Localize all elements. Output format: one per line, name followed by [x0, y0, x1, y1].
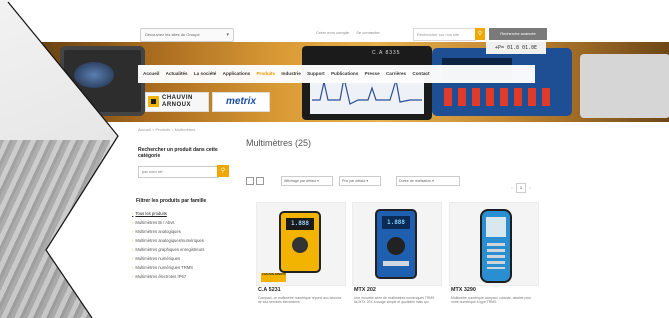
- multimeter-handheld: [480, 209, 512, 283]
- pager-prev[interactable]: ‹: [508, 184, 516, 192]
- list-view-icon[interactable]: [256, 177, 264, 185]
- arrow-icon: ›: [132, 256, 134, 261]
- nav-item-actualites[interactable]: Actualités: [166, 65, 188, 83]
- brand-badge: CHAUVIN ARNOUX: [261, 273, 286, 282]
- nav-item-contact[interactable]: Contact: [412, 65, 429, 83]
- search-icon: ⚲: [220, 168, 226, 174]
- multimeter-blue: 1.888: [375, 209, 417, 279]
- nav-item-carrieres[interactable]: Carrières: [386, 65, 406, 83]
- product-image[interactable]: 1.888: [352, 202, 442, 286]
- main-nav: Accueil Actualités La société Applicatio…: [138, 65, 535, 83]
- family-item[interactable]: › Multimètres analogiques: [132, 227, 232, 236]
- arrow-icon: ›: [132, 274, 134, 279]
- nav-item-applications[interactable]: Applications: [223, 65, 251, 83]
- family-item[interactable]: › Multimètres numériques: [132, 254, 232, 263]
- pager-next[interactable]: ›: [526, 184, 534, 192]
- product-card[interactable]: 1.888 MTX 202 Une nouvelle série de mult…: [352, 202, 442, 318]
- filter-title: Filtrer les produits par famille: [136, 198, 207, 204]
- search-button[interactable]: ⚲: [475, 28, 485, 40]
- account-links: Créer mon compte Se connecter: [316, 30, 386, 35]
- breadcrumb[interactable]: Accueil > Produits > Multimètres: [138, 127, 195, 132]
- product-image[interactable]: 1.888 CHAUVIN ARNOUX: [256, 202, 346, 286]
- family-item[interactable]: › Multimètres analogiques/numériques: [132, 236, 232, 245]
- family-item[interactable]: › Multimètres graphiques enregistreurs: [132, 245, 232, 254]
- advanced-search-button[interactable]: Recherche avancée: [489, 28, 547, 40]
- family-item[interactable]: › Multimètres Bi / Abvs: [132, 218, 232, 227]
- arrow-icon: ›: [132, 247, 134, 252]
- category-search-input[interactable]: par nom ref: [138, 166, 219, 178]
- product-description: Une nouvelle série de multimètres numéri…: [354, 296, 435, 305]
- rotary-dial-icon: [387, 237, 405, 255]
- multimeter-yellow: 1.888: [279, 211, 321, 273]
- product-name[interactable]: MTX 3290: [451, 287, 476, 293]
- product-description: Compact, ce multimètre numérique répond …: [258, 296, 342, 305]
- banner-analyzer-screen: C.A 8335: [302, 46, 432, 120]
- banner-readout: +P= 01.8 01.0E: [486, 42, 546, 54]
- screenshot-stage: Découvrez les sites du Groupe ▾ Créer mo…: [0, 0, 669, 318]
- listing-toolbar: Affichage par défaut ▾ Prix par défaut ▾…: [246, 176, 546, 186]
- top-bar: Découvrez les sites du Groupe ▾ Créer mo…: [140, 28, 550, 42]
- category-search-button[interactable]: ⚲: [217, 165, 229, 177]
- family-item[interactable]: › Tous les produits: [132, 209, 232, 218]
- grid-view-icon[interactable]: [246, 177, 254, 185]
- arrow-icon: ›: [132, 220, 134, 225]
- sidebar-search-title: Rechercher un produit dans cette catégor…: [138, 147, 218, 159]
- product-image[interactable]: [449, 202, 539, 286]
- nav-item-industrie[interactable]: Industrie: [281, 65, 300, 83]
- nav-item-societe[interactable]: La société: [194, 65, 216, 83]
- banner-model-label: C.A 8335: [372, 50, 401, 56]
- banner-device-gray: [580, 54, 669, 118]
- brand-mark-icon: [148, 96, 159, 107]
- pager-current[interactable]: 1: [516, 183, 526, 193]
- site-search-input[interactable]: Rechercher sur nos site: [413, 28, 476, 41]
- chevron-down-icon: ▾: [226, 32, 229, 38]
- sort-select-price[interactable]: Prix par défaut ▾: [339, 176, 381, 186]
- nav-item-presse[interactable]: Presse: [365, 65, 380, 83]
- metrix-logo[interactable]: metrix: [212, 92, 270, 112]
- arrow-icon: ›: [132, 229, 134, 234]
- create-account-link[interactable]: Créer mon compte: [316, 30, 349, 35]
- sort-select-duration[interactable]: Durée de réalisation ▾: [396, 176, 460, 186]
- product-card[interactable]: 1.888 CHAUVIN ARNOUX C.A 5231 Compact, c…: [256, 202, 346, 318]
- chauvin-arnoux-logo[interactable]: CHAUVIN ARNOUX: [145, 92, 209, 112]
- nav-item-support[interactable]: Support: [307, 65, 325, 83]
- family-filter-list: › Tous les produits › Multimètres Bi / Abv…: [132, 209, 232, 281]
- product-name[interactable]: C.A 5231: [258, 287, 281, 293]
- nav-item-publications[interactable]: Publications: [331, 65, 358, 83]
- login-link[interactable]: Se connecter: [356, 30, 380, 35]
- keypad-icon: [487, 243, 505, 269]
- search-icon: ⚲: [477, 31, 483, 37]
- nav-item-produits[interactable]: Produits: [256, 65, 275, 83]
- pagination: ‹ 1 ›: [508, 176, 538, 193]
- page-title: Multimètres (25): [246, 138, 312, 148]
- family-item[interactable]: › Multimètres numériques TRMS: [132, 263, 232, 272]
- product-name[interactable]: MTX 202: [354, 287, 376, 293]
- product-description: Multimètre numérique compact, robuste, d…: [451, 296, 532, 305]
- country-selector[interactable]: Découvrez les sites du Groupe ▾: [140, 28, 234, 42]
- arrow-icon: ›: [132, 265, 134, 270]
- product-card[interactable]: MTX 3290 Multimètre numérique compact, r…: [449, 202, 539, 318]
- country-selector-label: Découvrez les sites du Groupe: [145, 32, 200, 37]
- nav-item-accueil[interactable]: Accueil: [143, 65, 159, 83]
- arrow-icon: ›: [132, 211, 134, 216]
- family-item[interactable]: › Multimètres électrotes IP67: [132, 272, 232, 281]
- arrow-icon: ›: [132, 238, 134, 243]
- sort-select-default[interactable]: Affichage par défaut ▾: [281, 176, 333, 186]
- rotary-dial-icon: [292, 237, 308, 253]
